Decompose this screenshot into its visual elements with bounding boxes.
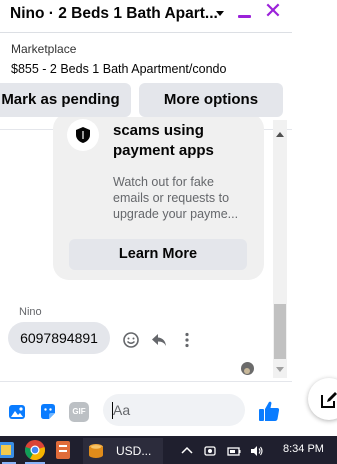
minimize-icon[interactable] [236, 7, 254, 25]
coin-stack-icon [89, 444, 103, 458]
message-input[interactable]: Aa [103, 394, 337, 426]
app-icon[interactable] [53, 439, 77, 461]
learn-more-button[interactable]: Learn More [69, 239, 247, 270]
volume-icon[interactable] [250, 444, 264, 458]
sticker-icon[interactable] [38, 402, 58, 422]
ticker-label: USD... [116, 444, 152, 458]
thread-scrollbar[interactable] [273, 120, 287, 378]
screen: Nino · 2 Beds 1 Bath Apart... ✕ Marketpl… [0, 0, 337, 464]
chevron-down-icon[interactable] [216, 11, 224, 16]
photo-icon[interactable] [7, 402, 27, 422]
marketplace-label: Marketplace [11, 42, 77, 56]
close-icon[interactable]: ✕ [262, 0, 284, 22]
chat-title[interactable]: Nino · 2 Beds 1 Bath Apart... [10, 5, 218, 23]
shield-icon-container [67, 119, 99, 151]
ticker-widget[interactable]: USD... [83, 438, 163, 464]
message-composer: GIF Aa [0, 381, 337, 436]
gif-icon[interactable]: GIF [69, 402, 89, 422]
message-thread[interactable]: Beware of common scams using payment app… [0, 117, 288, 383]
windows-app-icon[interactable] [0, 439, 20, 461]
more-options-button[interactable]: More options [139, 83, 283, 117]
scam-heading: Beware of common scams using payment app… [113, 117, 251, 159]
scroll-down-arrow-icon[interactable] [276, 367, 284, 372]
marketplace-panel: Marketplace $855 - 2 Beds 1 Bath Apartme… [0, 34, 292, 130]
seen-avatar [241, 362, 254, 375]
chat-header[interactable]: Nino · 2 Beds 1 Bath Apart... ✕ [0, 0, 292, 33]
camera-icon[interactable] [203, 444, 217, 458]
chat-window: Nino · 2 Beds 1 Bath Apart... ✕ Marketpl… [0, 0, 337, 436]
message-placeholder: Aa [113, 402, 131, 418]
taskbar-clock[interactable]: 8:34 PM [283, 443, 324, 455]
scam-body: Watch out for fake emails or requests to… [113, 175, 239, 221]
scroll-up-arrow-icon[interactable] [276, 132, 284, 137]
reply-icon[interactable] [150, 331, 168, 349]
new-message-button[interactable] [308, 378, 337, 420]
os-taskbar: USD... 8:34 PM [0, 436, 337, 464]
message-bubble[interactable]: 6097894891 [8, 322, 110, 354]
emoji-react-icon[interactable] [122, 331, 140, 349]
scam-warning-card: Beware of common scams using payment app… [53, 117, 264, 280]
scrollbar-thumb[interactable] [274, 304, 286, 359]
chevron-up-icon[interactable] [180, 444, 194, 458]
shield-icon [76, 127, 90, 143]
compose-edit-icon [321, 392, 337, 408]
more-dots-icon[interactable] [178, 331, 196, 349]
sender-name: Nino [19, 306, 42, 318]
scam-heading-clip: Beware of common scams using payment app… [113, 117, 253, 173]
battery-icon[interactable] [227, 444, 241, 458]
like-icon[interactable] [257, 399, 281, 423]
mark-as-pending-button[interactable]: Mark as pending [0, 83, 131, 117]
listing-title[interactable]: $855 - 2 Beds 1 Bath Apartment/condo [11, 62, 226, 76]
chrome-icon[interactable] [23, 439, 47, 461]
